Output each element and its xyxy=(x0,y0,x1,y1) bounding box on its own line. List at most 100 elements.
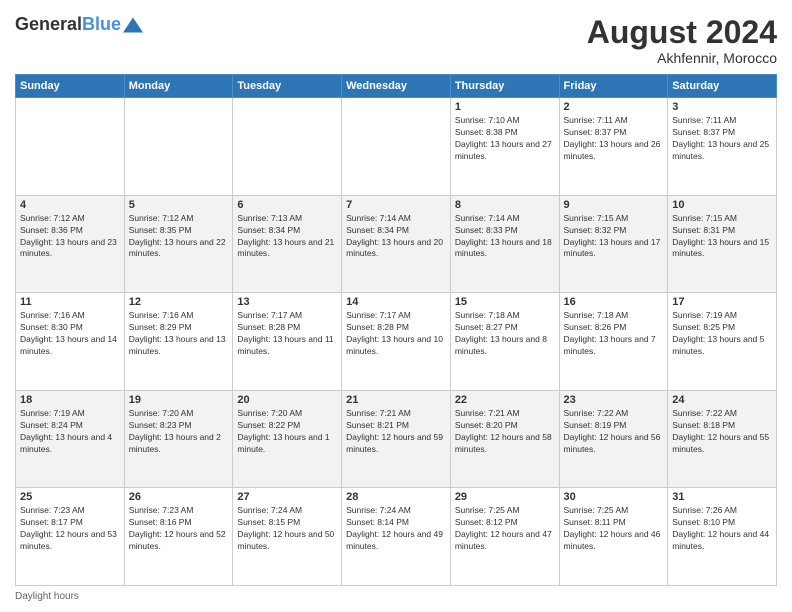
calendar-cell: 21 Sunrise: 7:21 AM Sunset: 8:21 PM Dayli… xyxy=(342,390,451,488)
week-row-3: 11 Sunrise: 7:16 AM Sunset: 8:30 PM Dayli… xyxy=(16,293,777,391)
day-info: Sunrise: 7:24 AM Sunset: 8:15 PM Dayligh… xyxy=(237,505,337,553)
day-number: 6 xyxy=(237,199,337,211)
day-info: Sunrise: 7:12 AM Sunset: 8:36 PM Dayligh… xyxy=(20,213,120,261)
day-number: 28 xyxy=(346,491,446,503)
calendar-cell xyxy=(16,98,125,196)
day-info: Sunrise: 7:22 AM Sunset: 8:18 PM Dayligh… xyxy=(672,408,772,456)
day-info: Sunrise: 7:13 AM Sunset: 8:34 PM Dayligh… xyxy=(237,213,337,261)
week-row-2: 4 Sunrise: 7:12 AM Sunset: 8:36 PM Daylig… xyxy=(16,195,777,293)
day-info: Sunrise: 7:19 AM Sunset: 8:24 PM Dayligh… xyxy=(20,408,120,456)
day-info: Sunrise: 7:26 AM Sunset: 8:10 PM Dayligh… xyxy=(672,505,772,553)
calendar-cell: 8Sunrise: 7:14 AM Sunset: 8:33 PM Daylig… xyxy=(450,195,559,293)
calendar-cell: 20 Sunrise: 7:20 AM Sunset: 8:22 PM Dayli… xyxy=(233,390,342,488)
day-info: Sunrise: 7:20 AM Sunset: 8:23 PM Dayligh… xyxy=(129,408,229,456)
calendar-cell: 30 Sunrise: 7:25 AM Sunset: 8:11 PM Dayli… xyxy=(559,488,668,586)
day-info: Sunrise: 7:24 AM Sunset: 8:14 PM Dayligh… xyxy=(346,505,446,553)
day-number: 11 xyxy=(20,296,120,308)
calendar-cell xyxy=(124,98,233,196)
calendar-cell: 10Sunrise: 7:15 AM Sunset: 8:31 PM Dayli… xyxy=(668,195,777,293)
day-info: Sunrise: 7:17 AM Sunset: 8:28 PM Dayligh… xyxy=(346,310,446,358)
calendar-cell: 14 Sunrise: 7:17 AM Sunset: 8:28 PM Dayli… xyxy=(342,293,451,391)
day-number: 7 xyxy=(346,199,446,211)
day-info: Sunrise: 7:18 AM Sunset: 8:27 PM Dayligh… xyxy=(455,310,555,358)
day-number: 25 xyxy=(20,491,120,503)
day-number: 16 xyxy=(564,296,664,308)
week-row-4: 18 Sunrise: 7:19 AM Sunset: 8:24 PM Dayli… xyxy=(16,390,777,488)
day-number: 1 xyxy=(455,101,555,113)
day-number: 24 xyxy=(672,394,772,406)
calendar-cell: 11 Sunrise: 7:16 AM Sunset: 8:30 PM Dayli… xyxy=(16,293,125,391)
calendar-cell: 15Sunrise: 7:18 AM Sunset: 8:27 PM Dayli… xyxy=(450,293,559,391)
day-info: Sunrise: 7:21 AM Sunset: 8:21 PM Dayligh… xyxy=(346,408,446,456)
location: Akhfennir, Morocco xyxy=(587,50,777,66)
calendar-cell: 7 Sunrise: 7:14 AM Sunset: 8:34 PM Daylig… xyxy=(342,195,451,293)
footer-label: Daylight hours xyxy=(15,591,79,602)
day-number: 2 xyxy=(564,101,664,113)
day-number: 17 xyxy=(672,296,772,308)
day-number: 14 xyxy=(346,296,446,308)
day-number: 21 xyxy=(346,394,446,406)
day-header-friday: Friday xyxy=(559,75,668,98)
day-info: Sunrise: 7:11 AM Sunset: 8:37 PM Dayligh… xyxy=(672,115,772,163)
day-number: 12 xyxy=(129,296,229,308)
day-info: Sunrise: 7:25 AM Sunset: 8:12 PM Dayligh… xyxy=(455,505,555,553)
day-number: 26 xyxy=(129,491,229,503)
calendar-header-row: SundayMondayTuesdayWednesdayThursdayFrid… xyxy=(16,75,777,98)
calendar-cell: 6 Sunrise: 7:13 AM Sunset: 8:34 PM Daylig… xyxy=(233,195,342,293)
page: GeneralBlue August 2024 Akhfennir, Moroc… xyxy=(0,0,792,612)
calendar-cell: 29 Sunrise: 7:25 AM Sunset: 8:12 PM Dayli… xyxy=(450,488,559,586)
day-number: 18 xyxy=(20,394,120,406)
day-info: Sunrise: 7:10 AM Sunset: 8:38 PM Dayligh… xyxy=(455,115,555,163)
day-info: Sunrise: 7:20 AM Sunset: 8:22 PM Dayligh… xyxy=(237,408,337,456)
day-info: Sunrise: 7:14 AM Sunset: 8:34 PM Dayligh… xyxy=(346,213,446,261)
month-year: August 2024 xyxy=(587,15,777,50)
day-info: Sunrise: 7:16 AM Sunset: 8:29 PM Dayligh… xyxy=(129,310,229,358)
day-info: Sunrise: 7:25 AM Sunset: 8:11 PM Dayligh… xyxy=(564,505,664,553)
calendar-cell: 3 Sunrise: 7:11 AM Sunset: 8:37 PM Daylig… xyxy=(668,98,777,196)
calendar-cell: 25Sunrise: 7:23 AM Sunset: 8:17 PM Dayli… xyxy=(16,488,125,586)
day-number: 29 xyxy=(455,491,555,503)
calendar-cell: 27 Sunrise: 7:24 AM Sunset: 8:15 PM Dayli… xyxy=(233,488,342,586)
calendar-cell: 28 Sunrise: 7:24 AM Sunset: 8:14 PM Dayli… xyxy=(342,488,451,586)
calendar-cell xyxy=(342,98,451,196)
day-header-sunday: Sunday xyxy=(16,75,125,98)
day-info: Sunrise: 7:22 AM Sunset: 8:19 PM Dayligh… xyxy=(564,408,664,456)
calendar-cell: 22 Sunrise: 7:21 AM Sunset: 8:20 PM Dayli… xyxy=(450,390,559,488)
day-info: Sunrise: 7:23 AM Sunset: 8:16 PM Dayligh… xyxy=(129,505,229,553)
calendar-cell: 23Sunrise: 7:22 AM Sunset: 8:19 PM Dayli… xyxy=(559,390,668,488)
day-number: 19 xyxy=(129,394,229,406)
calendar-cell: 16 Sunrise: 7:18 AM Sunset: 8:26 PM Dayli… xyxy=(559,293,668,391)
calendar-table: SundayMondayTuesdayWednesdayThursdayFrid… xyxy=(15,74,777,586)
title-block: August 2024 Akhfennir, Morocco xyxy=(587,15,777,66)
day-number: 31 xyxy=(672,491,772,503)
day-number: 4 xyxy=(20,199,120,211)
logo: GeneralBlue xyxy=(15,15,143,35)
day-header-tuesday: Tuesday xyxy=(233,75,342,98)
calendar-cell: 13Sunrise: 7:17 AM Sunset: 8:28 PM Dayli… xyxy=(233,293,342,391)
calendar-cell: 24 Sunrise: 7:22 AM Sunset: 8:18 PM Dayli… xyxy=(668,390,777,488)
header: GeneralBlue August 2024 Akhfennir, Moroc… xyxy=(15,15,777,66)
day-number: 22 xyxy=(455,394,555,406)
calendar-cell: 2 Sunrise: 7:11 AM Sunset: 8:37 PM Daylig… xyxy=(559,98,668,196)
day-number: 27 xyxy=(237,491,337,503)
logo-text: GeneralBlue xyxy=(15,15,121,35)
day-number: 3 xyxy=(672,101,772,113)
day-info: Sunrise: 7:18 AM Sunset: 8:26 PM Dayligh… xyxy=(564,310,664,358)
day-number: 13 xyxy=(237,296,337,308)
day-number: 5 xyxy=(129,199,229,211)
day-number: 8 xyxy=(455,199,555,211)
day-info: Sunrise: 7:16 AM Sunset: 8:30 PM Dayligh… xyxy=(20,310,120,358)
footer: Daylight hours xyxy=(15,591,777,602)
week-row-1: 1 Sunrise: 7:10 AM Sunset: 8:38 PM Daylig… xyxy=(16,98,777,196)
day-header-thursday: Thursday xyxy=(450,75,559,98)
day-header-monday: Monday xyxy=(124,75,233,98)
calendar-cell: 18 Sunrise: 7:19 AM Sunset: 8:24 PM Dayli… xyxy=(16,390,125,488)
day-number: 30 xyxy=(564,491,664,503)
day-number: 9 xyxy=(564,199,664,211)
day-info: Sunrise: 7:11 AM Sunset: 8:37 PM Dayligh… xyxy=(564,115,664,163)
day-info: Sunrise: 7:21 AM Sunset: 8:20 PM Dayligh… xyxy=(455,408,555,456)
calendar-cell xyxy=(233,98,342,196)
calendar-cell: 5Sunrise: 7:12 AM Sunset: 8:35 PM Daylig… xyxy=(124,195,233,293)
day-number: 10 xyxy=(672,199,772,211)
day-number: 20 xyxy=(237,394,337,406)
